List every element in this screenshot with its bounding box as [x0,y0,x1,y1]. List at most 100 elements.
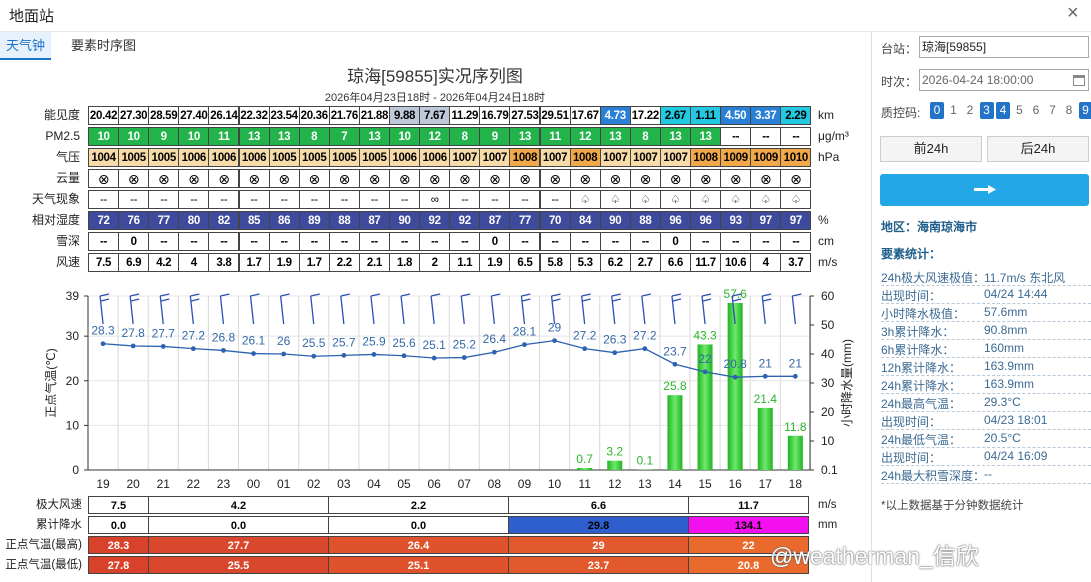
table-cell: -- [238,232,270,251]
table-cell: -- [419,232,451,251]
summary-unit: mm [818,519,838,531]
y2-tick-label: 10 [821,434,835,448]
table-cell: ⊗ [449,169,481,188]
table-cell: 10 [118,127,150,146]
summary-row-label: 正点气温(最高) [5,539,82,551]
time-value: 2026-04-24 18:00:00 [922,73,1034,87]
table-cell: 9 [148,127,180,146]
table-cell: 1009 [750,148,782,167]
table-cell: 1.1 [449,253,481,272]
time-input[interactable]: 2026-04-24 18:00:00 [919,69,1089,91]
temperature-label: 28.1 [513,325,537,339]
table-cell: ⊗ [88,169,120,188]
temperature-point [552,338,557,344]
temperature-label: 21 [789,356,803,370]
table-cell: 21.76 [328,106,360,125]
table-cell: 82 [208,211,240,230]
x-tick-label: 19 [96,477,110,491]
temperature-label: 26.4 [483,332,507,346]
table-cell: 12 [419,127,451,146]
table-cell: -- [599,232,631,251]
temperature-label: 26 [277,334,291,348]
station-input[interactable]: 琼海[59855] [919,36,1089,58]
y2-tick-label: 0.1 [821,463,838,477]
stat-value: 57.6mm [984,305,1028,319]
summary-cell: 11.7 [688,496,809,514]
table-cell: 13 [690,127,722,146]
prev-24h-button[interactable]: 前24h [880,136,982,162]
qc-code-6[interactable]: 6 [1029,102,1043,119]
tab-weather-clock[interactable]: 天气钟 [0,32,52,60]
summary-cell: 29 [508,536,689,554]
row-label: 云量 [55,171,80,185]
qc-code-0[interactable]: 0 [930,102,944,119]
qc-code-4[interactable]: 4 [996,102,1010,119]
qc-code-7[interactable]: 7 [1046,102,1060,119]
table-cell: 1005 [328,148,360,167]
table-cell: 85 [238,211,270,230]
next-24h-button[interactable]: 后24h [987,136,1089,162]
table-cell: 1006 [238,148,270,167]
table-cell: -- [328,232,360,251]
table-cell: 88 [629,211,661,230]
table-cell: ⊗ [569,169,601,188]
table-cell: 0 [659,232,691,251]
table-cell: -- [449,190,481,209]
precip-label: 43.3 [693,328,717,342]
table-cell: 2 [419,253,451,272]
y-tick-label: 30 [66,329,80,343]
table-cell: 1005 [268,148,300,167]
qc-code-5[interactable]: 5 [1013,102,1027,119]
table-cell: 7 [328,127,360,146]
qc-code-8[interactable]: 8 [1062,102,1076,119]
row-unit: % [818,213,829,227]
table-cell: 17.22 [629,106,661,125]
stat-key: 出现时间： [881,451,942,465]
qc-code-3[interactable]: 3 [979,102,994,119]
table-cell: ⊗ [358,169,390,188]
table-cell: 11.7 [690,253,722,272]
table-cell: ♤ [569,190,601,209]
table-cell: 1006 [389,148,421,167]
query-button[interactable] [880,174,1089,206]
table-cell: 2.7 [629,253,661,272]
close-icon[interactable]: × [1067,2,1079,25]
stat-value: -- [984,467,992,481]
calendar-icon[interactable] [1073,75,1085,86]
table-cell: 10 [178,127,210,146]
table-cell: 87 [358,211,390,230]
row-unit: hPa [818,150,840,164]
table-cell: 7.5 [88,253,120,272]
temperature-point [491,349,497,355]
table-cell: 13 [268,127,300,146]
stat-row: 小时降水极值： 57.6mm [881,305,1091,322]
table-cell: 11 [539,127,571,146]
wind-barb-icon [702,298,712,302]
temperature-point [702,369,708,375]
title-bar: 地面站 × [0,0,1091,32]
qc-code-9[interactable]: 9 [1078,102,1091,119]
temperature-point [371,352,377,357]
table-cell: 13 [238,127,270,146]
table-cell: 11.29 [449,106,481,125]
tab-time-series[interactable]: 要素时序图 [65,32,142,60]
table-cell: 87 [479,211,511,230]
table-cell: 13 [599,127,631,146]
row-unit: μg/m³ [818,129,849,143]
qc-code-1[interactable]: 1 [947,102,961,119]
qc-code-2[interactable]: 2 [963,102,977,119]
wind-barb-icon [400,295,405,325]
table-cell: -- [298,190,330,209]
table-cell: -- [509,232,541,251]
table-cell: -- [720,127,752,146]
chart-subtitle: 2026年04月23日18时 - 2026年04月24日18时 [324,92,546,104]
table-cell: ♤ [780,190,812,209]
x-tick-label: 01 [277,477,291,491]
table-cell: ⊗ [298,169,330,188]
table-cell: -- [539,190,571,209]
table-cell: 4 [178,253,210,272]
stat-value: 163.9mm [984,377,1035,391]
table-cell: 96 [690,211,722,230]
temperature-point [130,343,136,349]
wind-barb-icon [191,298,200,302]
